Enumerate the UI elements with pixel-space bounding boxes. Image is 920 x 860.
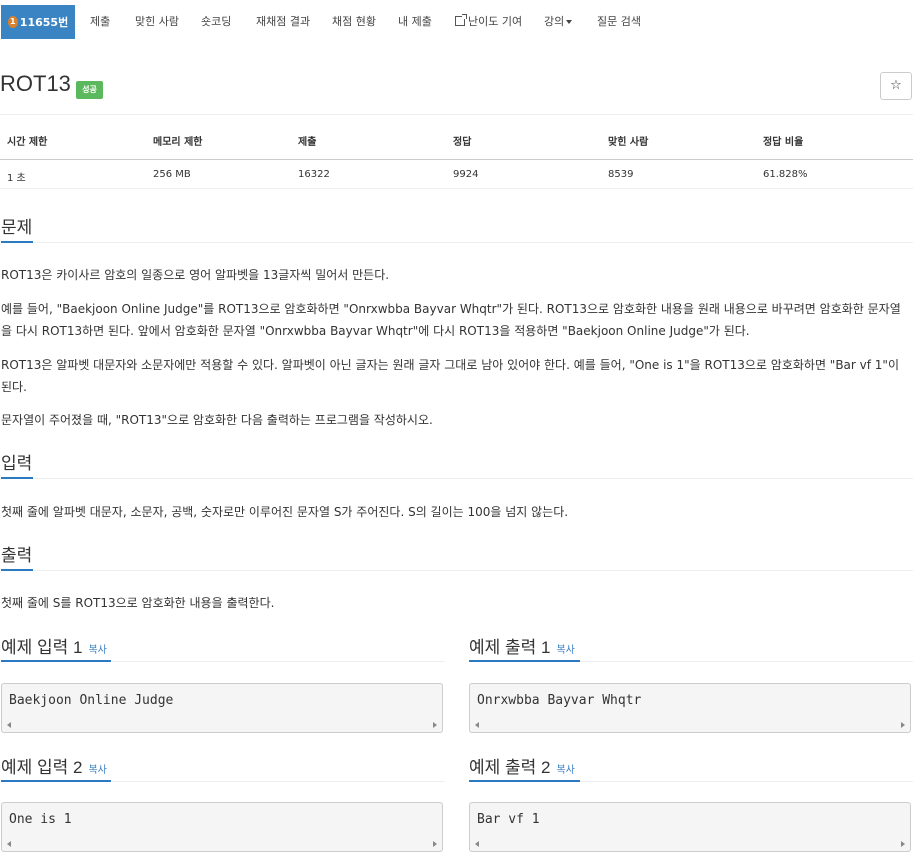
- sample-content: Bar vf 1: [477, 812, 540, 827]
- horizontal-scrollbar[interactable]: [3, 719, 441, 731]
- external-link-icon: [455, 14, 467, 26]
- output-description: 첫째 줄에 S를 ROT13으로 암호화한 내용을 출력한다.: [1, 596, 275, 610]
- section-underline: [1, 477, 33, 479]
- nav-solved-users[interactable]: 맞힌 사람: [135, 5, 179, 39]
- nav-short-coding[interactable]: 숏코딩: [201, 5, 231, 39]
- problem-number-label: 11655번: [19, 16, 69, 29]
- horizontal-scrollbar[interactable]: [471, 719, 909, 731]
- nav-my-submissions[interactable]: 내 제출: [398, 5, 432, 39]
- sample-output-1-title: 예제 출력 1 복사: [469, 633, 575, 658]
- caret-down-icon: [566, 20, 573, 24]
- section-divider: [1, 570, 913, 571]
- value-accept-ratio: 61.828%: [763, 169, 808, 180]
- problem-paragraph: 예를 들어, "Baekjoon Online Judge"를 ROT13으로 …: [1, 302, 901, 338]
- star-button[interactable]: ☆: [880, 72, 912, 100]
- sample-content: Onrxwbba Bayvar Whqtr: [477, 693, 642, 708]
- sample-output-2-box[interactable]: Bar vf 1: [469, 802, 911, 852]
- nav-difficulty-label: 난이도 기여: [468, 15, 523, 28]
- sample-input-1-box[interactable]: Baekjoon Online Judge: [1, 683, 443, 733]
- sample-title-text: 예제 입력 2: [1, 758, 83, 777]
- problem-paragraph: 문자열이 주어졌을 때, "ROT13"으로 암호화한 다음 출력하는 프로그램…: [1, 413, 433, 427]
- scroll-right-icon[interactable]: [901, 841, 905, 847]
- scroll-right-icon[interactable]: [433, 841, 437, 847]
- sample-input-2-title: 예제 입력 2 복사: [1, 753, 107, 778]
- copy-button[interactable]: 복사: [556, 645, 574, 656]
- problem-paragraph: ROT13은 카이사르 암호의 일종으로 영어 알파벳을 13글자씩 밀어서 만…: [1, 268, 390, 282]
- section-underline: [469, 660, 580, 662]
- section-underline: [469, 780, 580, 782]
- scroll-right-icon[interactable]: [433, 722, 437, 728]
- medal-icon: 1: [7, 16, 18, 28]
- nav-lectures-dropdown[interactable]: 강의: [544, 5, 573, 39]
- header-accept-ratio: 정답 비율: [763, 137, 804, 148]
- sample-content: Baekjoon Online Judge: [9, 693, 174, 708]
- value-submissions: 16322: [298, 169, 330, 180]
- section-underline: [1, 660, 111, 662]
- nav-rejudge-results[interactable]: 재채점 결과: [256, 5, 310, 39]
- scroll-left-icon[interactable]: [475, 722, 479, 728]
- scroll-left-icon[interactable]: [7, 722, 11, 728]
- section-input-title: 입력: [1, 454, 33, 473]
- sample-output-2-title: 예제 출력 2 복사: [469, 753, 575, 778]
- horizontal-scrollbar[interactable]: [3, 838, 441, 850]
- section-divider: [1, 478, 913, 479]
- nav-lectures-label: 강의: [544, 15, 565, 28]
- section-problem-title: 문제: [1, 218, 33, 237]
- value-accepted: 9924: [453, 169, 479, 180]
- input-description: 첫째 줄에 알파벳 대문자, 소문자, 공백, 숫자로만 이루어진 문자열 S가…: [1, 505, 569, 519]
- copy-button[interactable]: 복사: [88, 765, 106, 776]
- header-solved-users: 맞힌 사람: [608, 137, 649, 148]
- sample-input-1-title: 예제 입력 1 복사: [1, 633, 107, 658]
- header-time-limit: 시간 제한: [7, 137, 48, 148]
- header-accepted: 정답: [453, 137, 472, 148]
- sample-title-text: 예제 출력 1: [469, 638, 551, 657]
- copy-button[interactable]: 복사: [556, 765, 574, 776]
- divider: [0, 114, 913, 115]
- value-memory-limit: 256 MB: [153, 169, 191, 180]
- section-underline: [1, 569, 33, 571]
- section-underline: [1, 241, 33, 243]
- nav-problem-number[interactable]: 1 11655번: [1, 5, 75, 39]
- section-divider: [1, 242, 913, 243]
- copy-button[interactable]: 복사: [88, 645, 106, 656]
- horizontal-scrollbar[interactable]: [471, 838, 909, 850]
- top-nav: 1 11655번 제출 맞힌 사람 숏코딩 재채점 결과 채점 현황 내 제출 …: [0, 0, 920, 40]
- table-header-divider: [0, 159, 913, 160]
- sample-content: One is 1: [9, 812, 72, 827]
- nav-question-search[interactable]: 질문 검색: [597, 5, 641, 39]
- scroll-left-icon[interactable]: [475, 841, 479, 847]
- value-time-limit: 1 초: [7, 173, 26, 184]
- value-solved-users: 8539: [608, 169, 634, 180]
- page-title: ROT13: [0, 71, 71, 96]
- section-output-title: 출력: [1, 546, 33, 565]
- scroll-right-icon[interactable]: [901, 722, 905, 728]
- nav-difficulty-contribution[interactable]: 난이도 기여: [455, 5, 522, 39]
- sample-title-text: 예제 입력 1: [1, 638, 83, 657]
- nav-submit[interactable]: 제출: [90, 5, 110, 39]
- section-underline: [1, 780, 111, 782]
- nav-judge-status[interactable]: 채점 현황: [332, 5, 376, 39]
- sample-input-2-box[interactable]: One is 1: [1, 802, 443, 852]
- sample-title-text: 예제 출력 2: [469, 758, 551, 777]
- status-badge: 성공: [76, 81, 103, 99]
- sample-output-1-box[interactable]: Onrxwbba Bayvar Whqtr: [469, 683, 911, 733]
- table-divider: [0, 188, 913, 189]
- header-memory-limit: 메모리 제한: [153, 137, 203, 148]
- problem-paragraph: ROT13은 알파벳 대문자와 소문자에만 적용할 수 있다. 알파벳이 아닌 …: [1, 358, 899, 394]
- scroll-left-icon[interactable]: [7, 841, 11, 847]
- header-submissions: 제출: [298, 137, 317, 148]
